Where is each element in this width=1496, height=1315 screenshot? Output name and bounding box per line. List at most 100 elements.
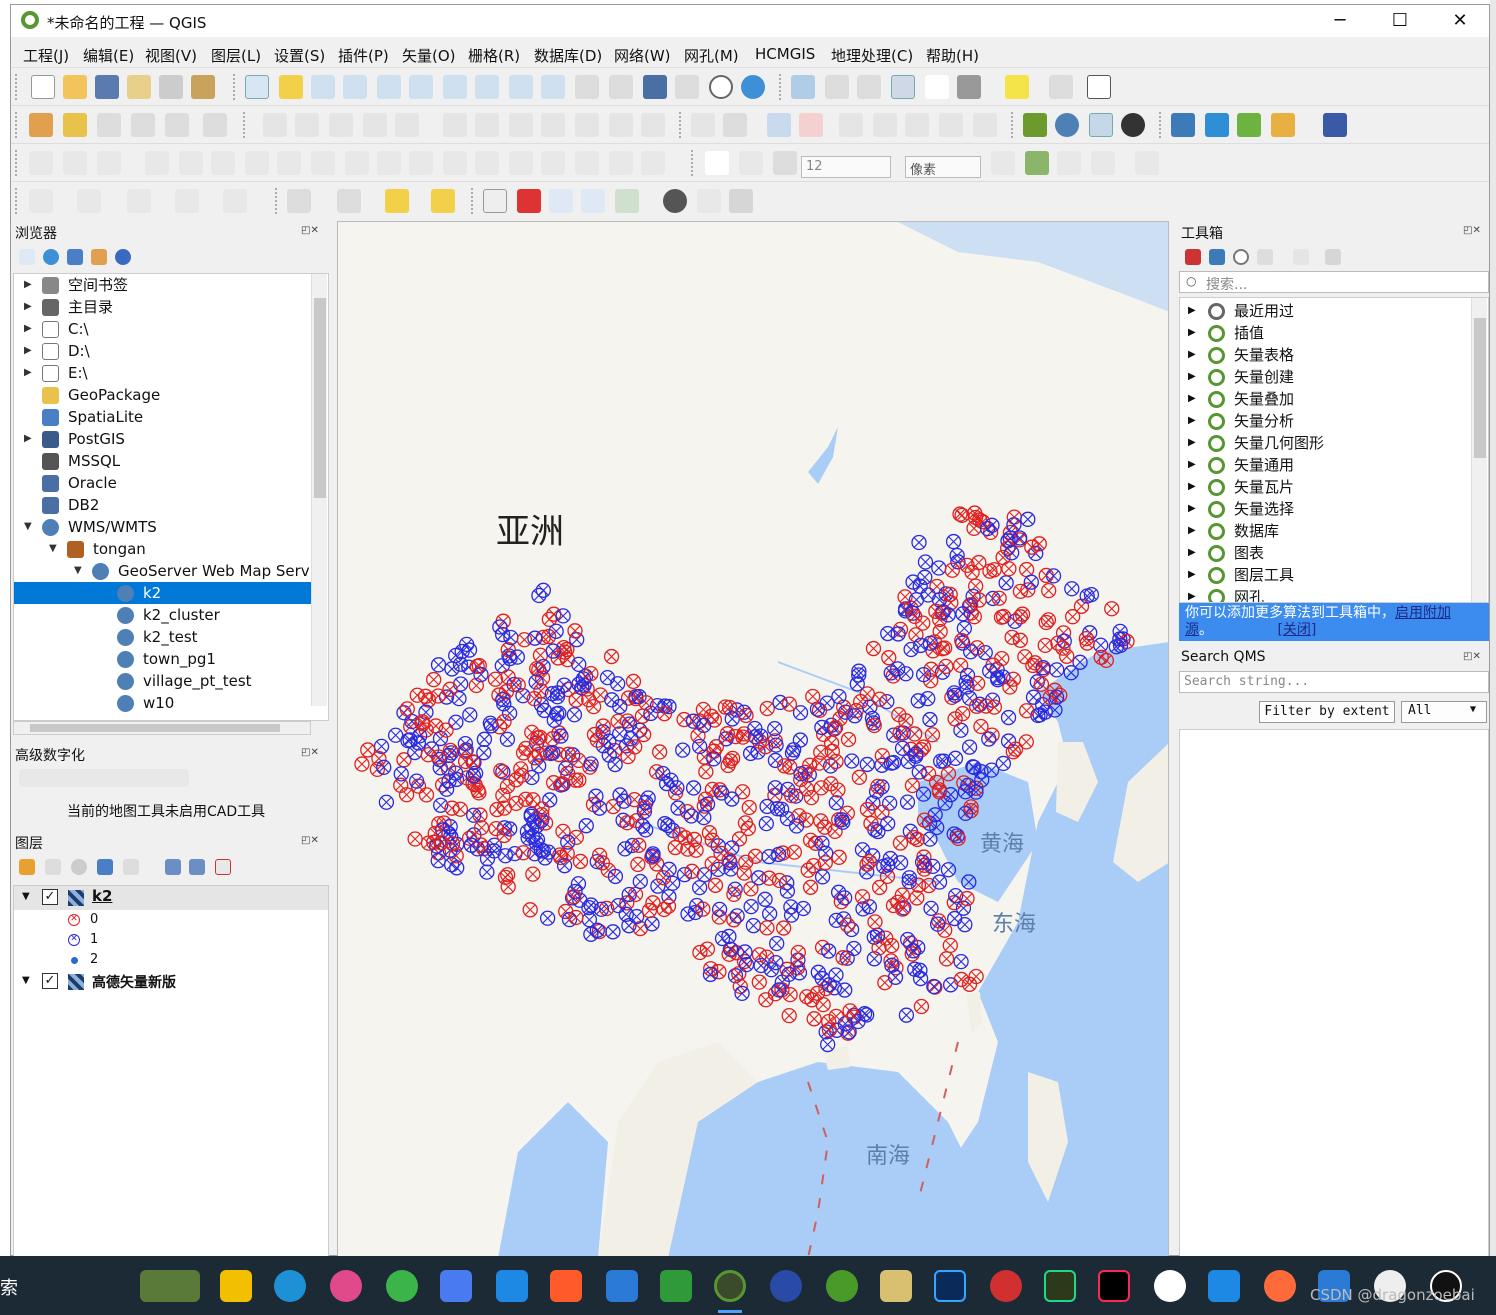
menu-mesh[interactable]: 网孔(M) [684, 45, 739, 66]
delete-selected-icon[interactable] [475, 113, 499, 137]
field-calculator-icon[interactable] [857, 75, 881, 99]
browser-360-icon[interactable] [330, 1270, 362, 1302]
help-icon[interactable] [1323, 113, 1347, 137]
zoom-out-icon[interactable] [343, 75, 367, 99]
taskbar-search-text[interactable]: 索 [0, 1274, 18, 1300]
panel-float-close-icon[interactable]: ◰✕ [1463, 651, 1481, 662]
options-wrench-icon[interactable] [1325, 249, 1341, 265]
browser-item[interactable]: ▼ tongan [14, 538, 312, 560]
zoom-selection-icon[interactable] [409, 75, 433, 99]
processing-toolbox-icon[interactable] [891, 75, 915, 99]
toolbox-group[interactable]: ▶ 矢量几何图形 [1180, 432, 1470, 454]
select-location-icon[interactable] [431, 189, 455, 213]
filter-expression-icon[interactable] [123, 859, 139, 875]
menu-processing[interactable]: 地理处理(C) [831, 45, 913, 66]
cut-features-icon[interactable] [509, 113, 533, 137]
qms-search-input[interactable]: Search string... [1179, 671, 1489, 693]
wechat-icon[interactable] [386, 1270, 418, 1302]
collapse-arrow-icon[interactable]: ▼ [49, 538, 57, 560]
browser-item[interactable]: ▶ 主目录 [14, 296, 312, 318]
menu-database[interactable]: 数据库(D) [534, 45, 602, 66]
expand-arrow-icon[interactable]: ▶ [1188, 322, 1196, 344]
move-label-icon[interactable] [873, 113, 897, 137]
toolbox-group[interactable]: ▶ 矢量通用 [1180, 454, 1470, 476]
app-green-icon[interactable] [826, 1270, 858, 1302]
rotate-label-icon[interactable] [905, 113, 929, 137]
browser-item[interactable]: ▶ 空间书签 [14, 274, 312, 296]
qgis-taskbar-icon[interactable] [714, 1270, 746, 1302]
browser-item[interactable]: w10 [14, 692, 312, 714]
zoom-in-icon[interactable] [311, 75, 335, 99]
vscode-icon[interactable] [606, 1270, 638, 1302]
zoom-full-icon[interactable] [377, 75, 401, 99]
enable-repository-link[interactable]: 启用附加 [1395, 605, 1451, 621]
expand-arrow-icon[interactable]: ▶ [1188, 586, 1196, 602]
browser-item[interactable]: ▼ GeoServer Web Map Servi [14, 560, 314, 582]
intellij-icon[interactable] [1098, 1270, 1130, 1302]
snapping-magnet-icon[interactable] [705, 151, 729, 175]
snapping-tolerance-input[interactable]: 12 [801, 156, 891, 178]
browser-item[interactable]: k2_cluster [14, 604, 312, 626]
menu-raster[interactable]: 栅格(R) [468, 45, 520, 66]
toolbox-group[interactable]: ▶ 图层工具 [1180, 564, 1470, 586]
zoom-in-alt-icon[interactable] [549, 189, 573, 213]
new-virtual-layer-icon[interactable] [203, 113, 227, 137]
redo-icon[interactable] [641, 113, 665, 137]
results-icon[interactable] [1257, 249, 1273, 265]
temporal-controller-icon[interactable] [709, 75, 733, 99]
highlight-pinned-labels-icon[interactable] [767, 113, 791, 137]
browser-hscrollbar[interactable] [13, 721, 311, 735]
layer-row-k2[interactable]: ▼ ✓ k2 [14, 886, 328, 910]
grid-plugin-icon[interactable] [1271, 113, 1295, 137]
metasearch-icon[interactable] [1121, 113, 1145, 137]
new-layout-icon[interactable] [483, 189, 507, 213]
new-map-view-icon[interactable] [575, 75, 599, 99]
browser-item[interactable]: ▶ E:\ [14, 362, 312, 384]
menu-plugins[interactable]: 插件(P) [338, 45, 389, 66]
web-globe-icon[interactable] [663, 189, 687, 213]
expand-arrow-icon[interactable]: ▶ [1188, 344, 1196, 366]
properties-icon[interactable] [115, 249, 131, 265]
collapse-all-layers-icon[interactable] [189, 859, 205, 875]
filter-legend-icon[interactable] [97, 859, 113, 875]
mail-icon[interactable] [550, 1270, 582, 1302]
minimize-button[interactable]: ─ [1311, 5, 1369, 37]
scripts-icon[interactable] [1209, 249, 1225, 265]
pycharm-icon[interactable] [1044, 1270, 1076, 1302]
map-tips-icon[interactable] [1005, 75, 1029, 99]
panel-float-close-icon[interactable]: ◰✕ [301, 225, 319, 236]
browser-item[interactable]: ▶ D:\ [14, 340, 312, 362]
menu-layer[interactable]: 图层(L) [211, 45, 261, 66]
change-label-props-icon[interactable] [973, 113, 997, 137]
new-3d-map-icon[interactable] [609, 75, 633, 99]
browser-item[interactable]: GeoPackage [14, 384, 312, 406]
expand-arrow-icon[interactable]: ▶ [1188, 498, 1196, 520]
topological-editing-icon[interactable] [991, 151, 1015, 175]
panel-float-close-icon[interactable]: ◰✕ [1463, 225, 1481, 236]
toolbox-group[interactable]: ▶ 最近用过 [1180, 300, 1470, 322]
toggle-editing-icon[interactable] [295, 113, 319, 137]
expand-all-icon[interactable] [165, 859, 181, 875]
menu-settings[interactable]: 设置(S) [274, 45, 325, 66]
panel-float-close-icon[interactable]: ◰✕ [301, 835, 319, 846]
georeferencer-icon[interactable] [1023, 113, 1047, 137]
expand-arrow-icon[interactable]: ▶ [1188, 542, 1196, 564]
identify-icon[interactable] [791, 75, 815, 99]
expand-arrow-icon[interactable]: ▶ [24, 362, 32, 384]
search-highlight-icon[interactable] [140, 1270, 200, 1302]
transfer-icon[interactable] [1205, 113, 1229, 137]
select-features-icon[interactable] [287, 189, 311, 213]
collapse-arrow-icon[interactable]: ▼ [24, 516, 32, 538]
text-annotation-icon[interactable] [1087, 75, 1111, 99]
add-layer-icon[interactable] [19, 249, 35, 265]
map-canvas[interactable]: 亚洲 黄海 东海 南海 [337, 221, 1169, 1257]
panel-float-close-icon[interactable]: ◰✕ [301, 747, 319, 758]
browser-item[interactable]: k2 [14, 582, 312, 604]
layer-checkbox[interactable]: ✓ [42, 973, 58, 989]
open-attribute-table-icon[interactable] [825, 75, 849, 99]
zoom-layer-icon[interactable] [443, 75, 467, 99]
refresh-icon[interactable] [741, 75, 765, 99]
layer-checkbox[interactable]: ✓ [42, 889, 58, 905]
feishu-icon[interactable] [440, 1270, 472, 1302]
expand-arrow-icon[interactable]: ▶ [1188, 454, 1196, 476]
